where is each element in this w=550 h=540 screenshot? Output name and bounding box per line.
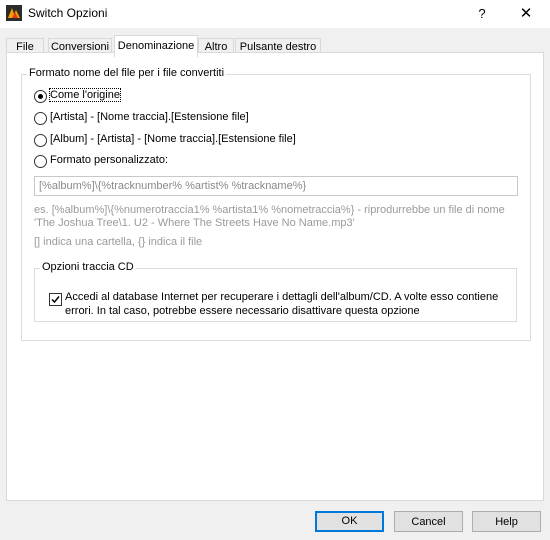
internet-database-label: Accedi al database Internet per recupera… bbox=[65, 291, 499, 317]
radio-label: Come l'origine bbox=[49, 88, 121, 102]
custom-format-input[interactable]: [%album%]\{%tracknumber% %artist% %track… bbox=[34, 176, 518, 196]
dialog-body: File Conversioni Denominazione Altro Pul… bbox=[0, 28, 550, 540]
naming-group-title: Formato nome del file per i file convert… bbox=[27, 67, 227, 79]
radio-button[interactable] bbox=[34, 134, 47, 147]
radio-button[interactable] bbox=[34, 155, 47, 168]
radio-button[interactable] bbox=[34, 112, 47, 125]
tab-panel: Formato nome del file per i file convert… bbox=[6, 52, 544, 501]
tab-denominazione[interactable]: Denominazione bbox=[114, 35, 198, 57]
radio-label: [Album] - [Artista] - [Nome traccia].[Es… bbox=[50, 133, 296, 145]
cancel-button[interactable]: Cancel bbox=[394, 511, 463, 532]
window-title: Switch Opzioni bbox=[28, 6, 108, 20]
help-button[interactable]: Help bbox=[472, 511, 541, 532]
example-line-2: 'The Joshua Tree\1. U2 - Where The Stree… bbox=[34, 217, 355, 229]
close-button[interactable]: ✕ bbox=[506, 2, 546, 26]
help-title-button[interactable]: ? bbox=[462, 2, 502, 26]
internet-database-checkbox[interactable] bbox=[49, 293, 62, 306]
title-bar: Switch Opzioni ? ✕ bbox=[0, 0, 550, 28]
ok-button[interactable]: OK bbox=[315, 511, 384, 532]
radio-label: [Artista] - [Nome traccia].[Estensione f… bbox=[50, 111, 249, 123]
bracket-legend: [] indica una cartella, {} indica il fil… bbox=[34, 236, 203, 248]
checkmark-icon bbox=[51, 296, 60, 304]
example-line-1: es. [%album%]\{%numerotraccia1% %artista… bbox=[34, 204, 505, 216]
cd-group-title: Opzioni traccia CD bbox=[40, 261, 136, 273]
radio-label: Formato personalizzato: bbox=[50, 154, 168, 166]
app-logo-icon bbox=[6, 5, 22, 21]
radio-button[interactable] bbox=[34, 90, 47, 103]
